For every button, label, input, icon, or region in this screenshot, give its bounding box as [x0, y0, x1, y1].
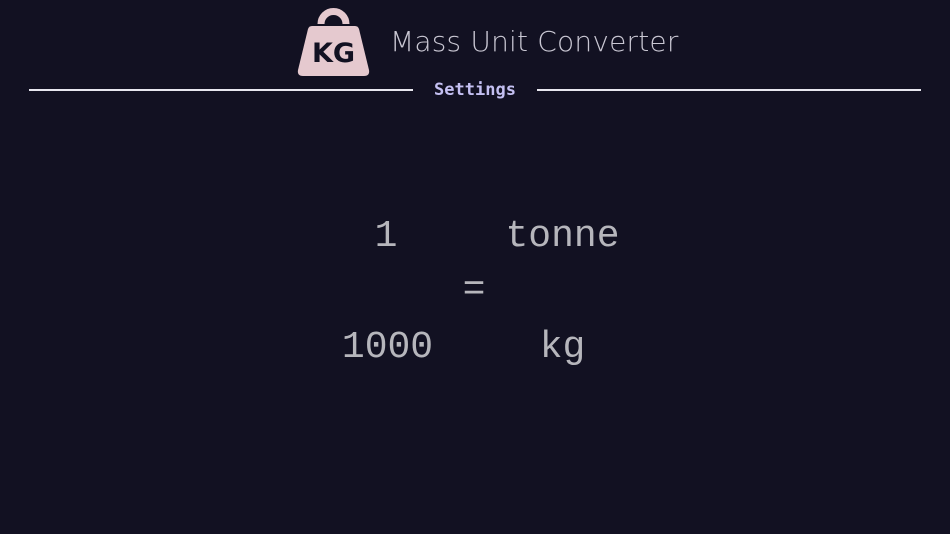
divider-right: [537, 89, 921, 91]
app-screen: KG Mass Unit Converter Settings 1 tonne …: [0, 0, 950, 534]
logo-text: KG: [312, 38, 355, 69]
divider-left: [29, 89, 413, 91]
from-value[interactable]: 1: [336, 212, 436, 262]
equals-sign: =: [462, 269, 486, 312]
to-value: 1000: [341, 326, 434, 369]
settings-button[interactable]: Settings: [413, 78, 537, 102]
app-title: Mass Unit Converter: [390, 25, 679, 58]
kg-weight-icon: KG: [297, 8, 370, 76]
to-unit-selector[interactable]: kg: [520, 323, 605, 373]
from-unit-selector[interactable]: tonne: [490, 212, 635, 262]
